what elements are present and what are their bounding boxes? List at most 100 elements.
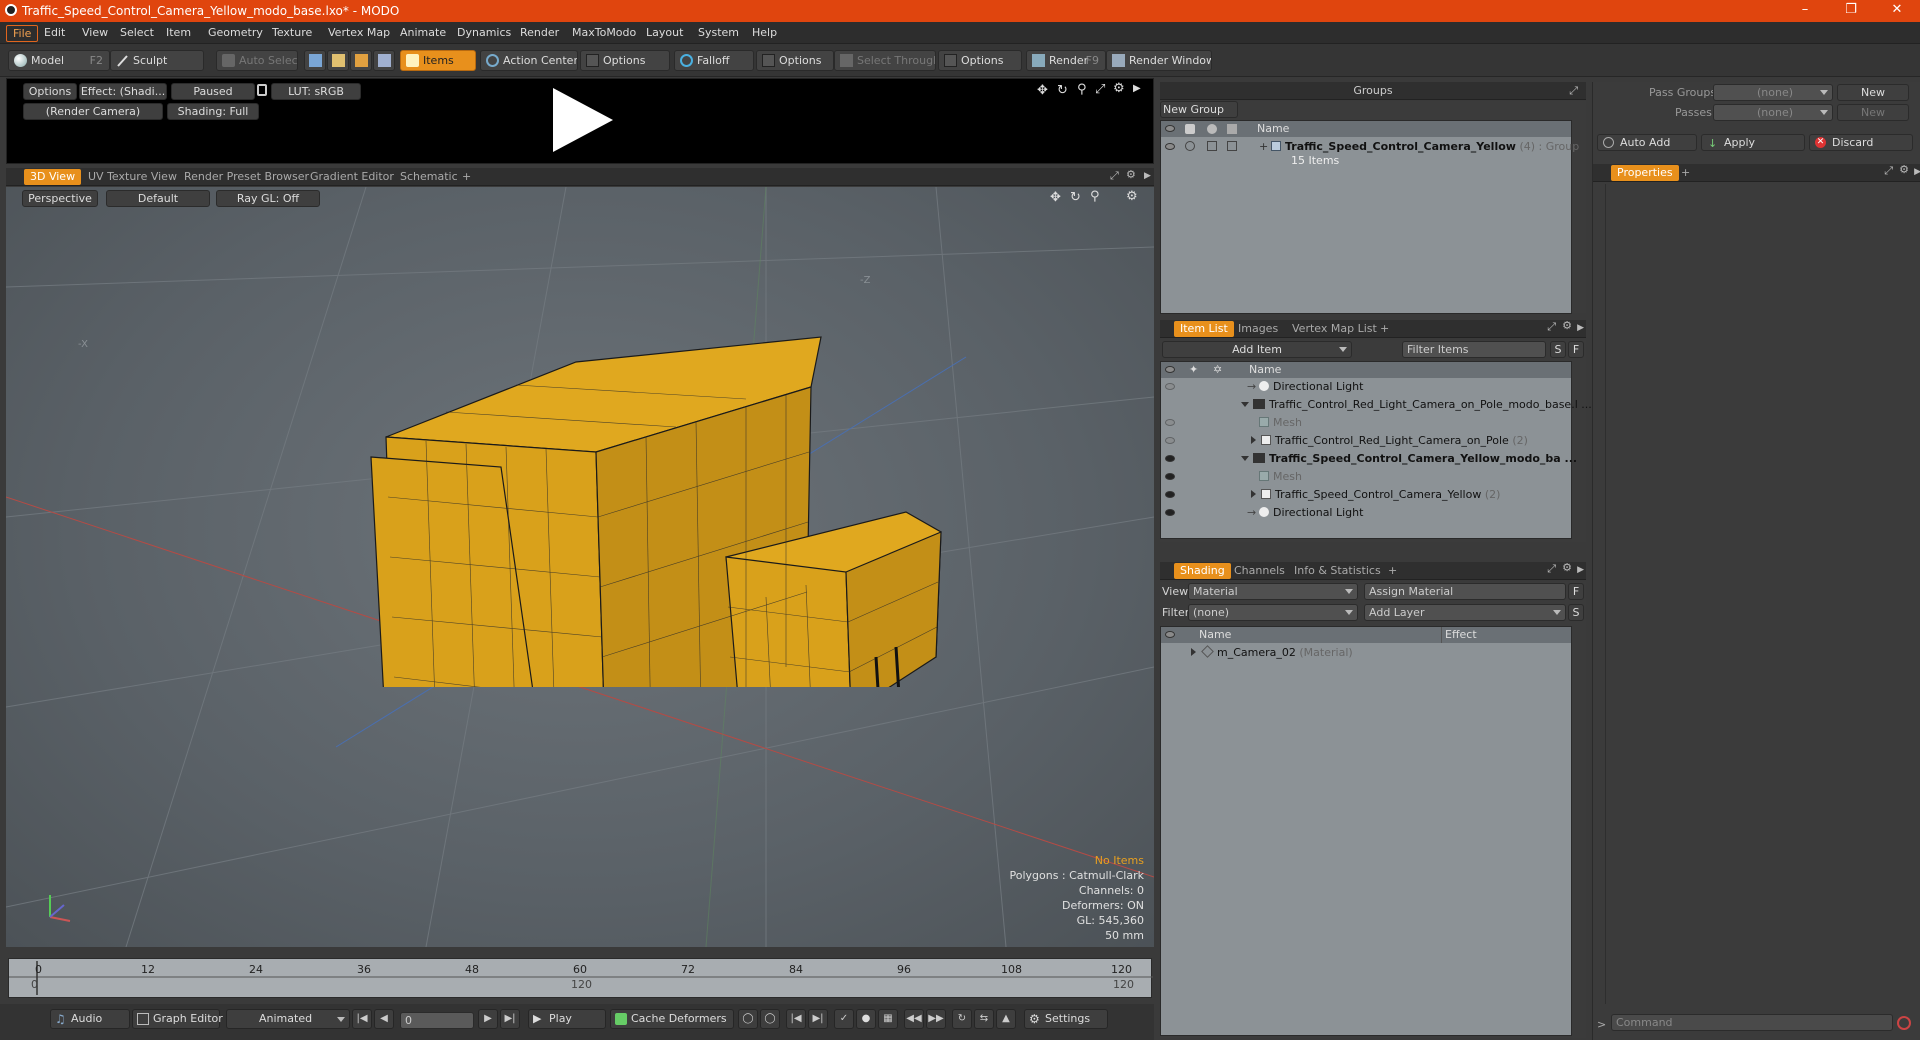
ray-gl-dropdown[interactable]: Ray GL: Off [216, 190, 320, 207]
graph-editor-button[interactable]: Graph Editor [132, 1009, 223, 1029]
audio-button[interactable]: ♫ Audio [50, 1009, 130, 1029]
add-tab-button[interactable]: + [456, 169, 477, 185]
move-view-icon[interactable]: ✥ [1050, 190, 1061, 205]
eye-icon[interactable] [1165, 143, 1175, 150]
minimize-icon[interactable]: – [1782, 0, 1828, 22]
settings-button[interactable]: ⚙ Settings [1024, 1009, 1108, 1029]
vertices-mode-button[interactable] [304, 50, 326, 71]
shader-tree[interactable]: Name Effect m_Camera_02 (Material) [1160, 626, 1572, 1036]
tab-shading[interactable]: Shading [1174, 563, 1231, 579]
menu-system[interactable]: System [692, 25, 745, 40]
gear-icon[interactable]: ⚙ [1126, 189, 1138, 204]
auto-add-button[interactable]: Auto Add [1597, 134, 1697, 151]
eye-icon[interactable] [1165, 383, 1175, 390]
assign-material-input[interactable]: Assign Material [1364, 583, 1566, 600]
apply-button[interactable]: ↓ Apply [1701, 134, 1805, 151]
menu-item[interactable]: Item [160, 25, 197, 40]
eye-icon[interactable] [1165, 455, 1175, 462]
model-mode-button[interactable]: Model F2 [8, 50, 110, 71]
animated-dropdown[interactable]: Animated [226, 1009, 350, 1029]
filter-f-button[interactable]: F [1568, 341, 1584, 358]
record-icon[interactable]: ● [856, 1009, 876, 1029]
command-history-icon[interactable] [1897, 1016, 1911, 1030]
play-preview-icon[interactable] [547, 84, 617, 156]
groups-list[interactable]: Name + Traffic_Speed_Control_Camera_Yell… [1160, 120, 1579, 314]
tab-properties[interactable]: Properties [1611, 165, 1679, 181]
default-style-dropdown[interactable]: Default [106, 190, 210, 207]
next-key-icon[interactable]: ▶ [478, 1009, 498, 1029]
eye-icon[interactable] [1165, 491, 1175, 498]
eye-icon[interactable] [1165, 473, 1175, 480]
arrow-right-icon[interactable]: ▶ [1577, 323, 1584, 333]
lock-icon[interactable] [257, 84, 267, 96]
preview-options-button[interactable]: Options [23, 83, 77, 100]
snap-icon[interactable]: ▲ [996, 1009, 1016, 1029]
perspective-dropdown[interactable]: Perspective [22, 190, 98, 207]
collapse-icon[interactable] [1241, 456, 1249, 461]
add-tab-button[interactable]: + [1675, 165, 1696, 181]
new-group-button[interactable]: New Group [1160, 101, 1238, 118]
maximize-panel-icon[interactable]: ⤢ [1110, 169, 1119, 183]
eye-icon[interactable] [1165, 419, 1175, 426]
maximize-panel-icon[interactable]: ⤢ [1569, 82, 1578, 100]
zoom-view-icon[interactable]: ⚲ [1090, 189, 1100, 204]
prev-keyframe-icon[interactable]: |◀ [786, 1009, 806, 1029]
rotate-view-icon[interactable]: ↻ [1057, 83, 1068, 98]
falloff-options-button[interactable]: Options [756, 50, 834, 71]
menu-maxtomodo[interactable]: MaxToModo [566, 25, 642, 40]
restore-icon[interactable]: ❐ [1828, 0, 1874, 22]
key-tool-icon[interactable]: ◯ [760, 1009, 780, 1029]
maximize-panel-icon[interactable]: ⤢ [1547, 320, 1556, 334]
preview-lut-dropdown[interactable]: LUT: sRGB [271, 83, 361, 100]
select-through-button[interactable]: Select Through [834, 50, 936, 71]
arrow-right-icon[interactable]: ▶ [1144, 171, 1151, 181]
falloff-button[interactable]: Falloff [674, 50, 754, 71]
lock-toggle-icon[interactable] [1185, 141, 1195, 151]
view-dropdown[interactable]: Material [1188, 583, 1358, 600]
add-tab-button[interactable]: + [1374, 321, 1395, 337]
shading-f-button[interactable]: F [1568, 583, 1584, 600]
eye-icon[interactable] [1165, 437, 1175, 444]
material-row[interactable]: m_Camera_02 (Material) [1161, 645, 1571, 660]
eye-icon[interactable] [1165, 509, 1175, 516]
list-item[interactable]: → Directional Light [1161, 505, 1571, 520]
render-toggle-icon[interactable] [1227, 141, 1237, 151]
auto-select-button[interactable]: Auto Select [216, 50, 298, 71]
maximize-panel-icon[interactable]: ⤢ [1547, 562, 1556, 576]
render-window-button[interactable]: Render Window [1106, 50, 1212, 71]
list-item[interactable]: → Directional Light [1161, 379, 1571, 394]
close-icon[interactable]: ✕ [1874, 0, 1920, 22]
sculpt-mode-button[interactable]: Sculpt [110, 50, 204, 71]
passes-dropdown[interactable]: (none) [1713, 104, 1833, 121]
tab-render-preset-browser[interactable]: Render Preset Browser [178, 169, 315, 185]
items-mode-button[interactable]: Items [400, 50, 476, 71]
menu-file[interactable]: File [6, 25, 39, 42]
select-through-options-button[interactable]: Options [938, 50, 1022, 71]
tab-info-statistics[interactable]: Info & Statistics [1288, 563, 1387, 579]
filter-s-button[interactable]: S [1550, 341, 1566, 358]
key-tool-icon[interactable]: ◯ [738, 1009, 758, 1029]
current-frame-input[interactable]: 0 [400, 1012, 474, 1029]
tab-vertex-map-list[interactable]: Vertex Map List [1286, 321, 1383, 337]
render-button[interactable]: Render F9 [1026, 50, 1106, 71]
list-item[interactable]: Traffic_Speed_Control_Camera_Yellow (2) [1161, 487, 1571, 502]
go-start-icon[interactable]: |◀ [352, 1009, 372, 1029]
gear-icon[interactable]: ⚙ [1562, 561, 1572, 574]
list-item[interactable]: Mesh [1161, 415, 1571, 430]
new-pass-group-button[interactable]: New [1837, 84, 1909, 101]
polygons-mode-button[interactable] [350, 50, 372, 71]
list-item[interactable]: Traffic_Speed_Control_Camera_Yellow_modo… [1161, 451, 1577, 466]
move-view-icon[interactable]: ✥ [1037, 83, 1048, 98]
menu-vertex-map[interactable]: Vertex Map [322, 25, 396, 40]
add-tab-button[interactable]: + [1382, 563, 1403, 579]
group-row[interactable]: + Traffic_Speed_Control_Camera_Yellow (4… [1161, 139, 1579, 154]
menu-help[interactable]: Help [746, 25, 783, 40]
new-pass-button[interactable]: New [1837, 104, 1909, 121]
zoom-view-icon[interactable]: ⚲ [1077, 82, 1087, 97]
menu-animate[interactable]: Animate [394, 25, 452, 40]
timeline[interactable]: 0 12 24 36 48 60 72 84 96 108 120 0 120 … [8, 958, 1153, 998]
key-options-icon[interactable]: ▦ [878, 1009, 898, 1029]
arrow-right-icon[interactable]: ▶ [1133, 83, 1141, 94]
action-center-options-button[interactable]: Options [580, 50, 670, 71]
arrow-right-icon[interactable]: ▶ [1577, 565, 1584, 575]
